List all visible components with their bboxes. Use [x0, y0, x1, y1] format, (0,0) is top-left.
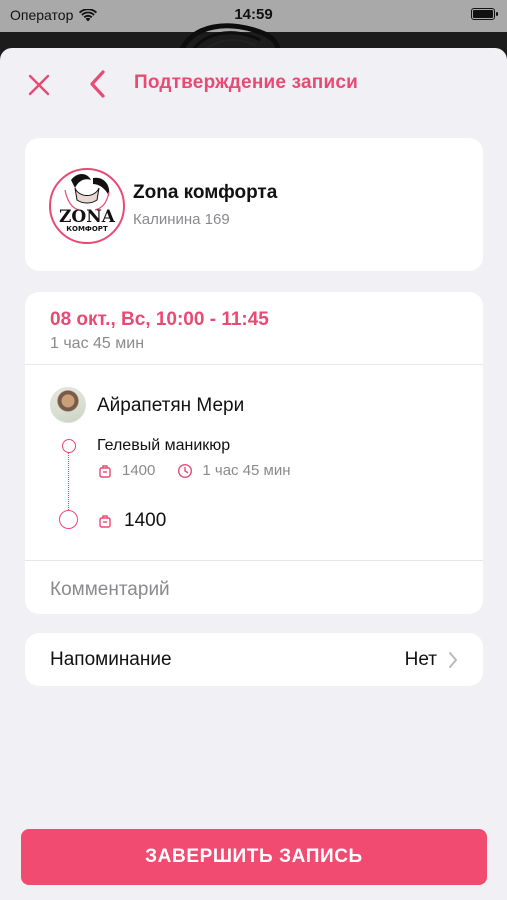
chevron-left-icon[interactable] — [86, 68, 110, 100]
reminder-value: Нет — [404, 649, 437, 670]
logo-subtext: КОМФОРТ — [66, 225, 108, 233]
battery-icon — [471, 8, 498, 20]
master-avatar — [50, 387, 86, 423]
finish-booking-button[interactable]: ЗАВЕРШИТЬ ЗАПИСЬ — [21, 829, 487, 885]
price-tag-icon — [99, 464, 111, 478]
timeline-dot-total — [59, 510, 78, 529]
timeline-dot-service — [62, 439, 76, 453]
service-price: 1400 — [122, 462, 156, 479]
navigation-bar: Подтверждение записи — [0, 48, 507, 120]
booking-duration: 1 час 45 мин — [50, 335, 145, 352]
booking-total: 1400 — [97, 510, 166, 532]
logo-text: ZONA — [59, 207, 116, 227]
timeline-line — [68, 452, 69, 512]
service-duration: 1 час 45 мин — [202, 462, 291, 479]
salon-name: Zona комфорта — [133, 182, 278, 203]
clock-icon — [178, 463, 193, 478]
close-icon[interactable] — [24, 70, 54, 100]
booking-card: 08 окт., Вс, 10:00 - 11:45 1 час 45 мин … — [25, 292, 483, 614]
page-title: Подтверждение записи — [134, 72, 358, 93]
salon-card: ZONA КОМФОРТ Zona комфорта Калинина 169 — [25, 138, 483, 271]
reminder-row[interactable]: Напоминание Нет — [25, 633, 483, 686]
master-name: Айрапетян Мери — [97, 395, 245, 416]
total-price: 1400 — [124, 510, 167, 531]
salon-logo: ZONA КОМФОРТ — [49, 168, 125, 244]
service-name: Гелевый маникюр — [97, 437, 231, 454]
comment-input[interactable] — [50, 578, 450, 602]
divider — [25, 364, 483, 365]
salon-address: Калинина 169 — [133, 211, 230, 228]
price-tag-icon — [99, 515, 111, 528]
chevron-right-icon — [449, 652, 457, 668]
service-meta: 1400 1 час 45 мин — [97, 462, 291, 479]
divider — [25, 560, 483, 561]
booking-datetime: 08 окт., Вс, 10:00 - 11:45 — [50, 309, 269, 330]
reminder-label: Напоминание — [50, 649, 172, 670]
confirmation-sheet: Подтверждение записи ZONA КОМФОРТ Zona к… — [0, 48, 507, 900]
